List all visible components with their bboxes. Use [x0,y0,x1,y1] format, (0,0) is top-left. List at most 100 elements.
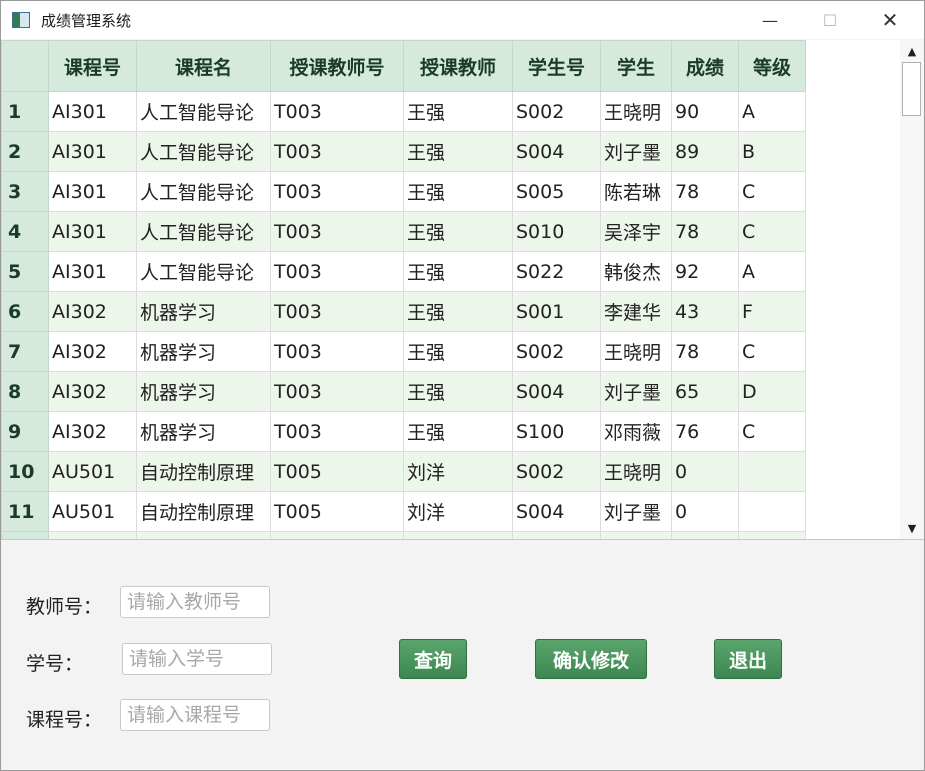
row-header[interactable]: 5 [1,251,49,292]
table-cell[interactable]: S002 [512,91,601,132]
table-cell[interactable]: 吴泽宇 [600,211,672,252]
row-header[interactable]: 6 [1,291,49,332]
table-cell[interactable]: F [738,291,806,332]
table-cell[interactable]: D [738,371,806,412]
column-header[interactable]: 课程号 [48,40,137,92]
column-header[interactable]: 学生 [600,40,672,92]
row-header-corner[interactable] [1,40,49,92]
table-cell[interactable]: T003 [270,131,404,172]
table-cell[interactable]: 人工智能导论 [136,251,271,292]
row-header[interactable]: 12 [1,531,49,539]
table-cell[interactable]: 王晓明 [600,331,672,372]
table-row[interactable]: 11 AU501 自动控制原理 T005 刘洋 S004 刘子墨 0 [1,491,806,532]
table-cell[interactable]: 王晓明 [600,91,672,132]
table-row[interactable]: 3 AI301 人工智能导论 T003 王强 S005 陈若琳 78 C [1,171,806,212]
confirm-edit-button[interactable]: 确认修改 [535,639,647,679]
table-cell[interactable]: 76 [671,411,739,452]
close-button[interactable]: ✕ [867,1,913,39]
table-cell[interactable]: S004 [512,131,601,172]
table-cell[interactable]: 78 [671,211,739,252]
query-button[interactable]: 查询 [399,639,467,679]
row-header[interactable]: 11 [1,491,49,532]
table-cell[interactable]: T003 [270,331,404,372]
table-cell[interactable]: AI301 [48,131,137,172]
table-cell[interactable]: S004 [512,371,601,412]
minimize-button[interactable]: — [747,1,793,39]
table-cell[interactable]: AU501 [48,491,137,532]
table-cell[interactable]: T003 [270,251,404,292]
table-cell[interactable] [738,491,806,532]
table-cell[interactable]: 自动控制原理 [136,491,271,532]
row-header[interactable]: 7 [1,331,49,372]
table-cell[interactable]: 自动控制原理 [136,451,271,492]
table-cell[interactable]: T003 [270,171,404,212]
table-row[interactable]: 12 [1,531,806,539]
table-row[interactable]: 7 AI302 机器学习 T003 王强 S002 王晓明 78 C [1,331,806,372]
table-cell[interactable]: C [738,411,806,452]
table-cell[interactable]: 刘子墨 [600,131,672,172]
maximize-button[interactable]: ☐ [807,1,853,39]
table-cell[interactable]: S022 [512,251,601,292]
table-cell[interactable]: 王强 [403,91,513,132]
table-cell[interactable]: T003 [270,211,404,252]
table-cell[interactable]: 王强 [403,251,513,292]
table-cell[interactable]: 78 [671,171,739,212]
table-cell[interactable]: AI302 [48,291,137,332]
table-cell[interactable] [136,531,271,539]
table-cell[interactable]: AU501 [48,451,137,492]
table-cell[interactable]: AI301 [48,251,137,292]
table-row[interactable]: 10 AU501 自动控制原理 T005 刘洋 S002 王晓明 0 [1,451,806,492]
table-cell[interactable]: S100 [512,411,601,452]
table-cell[interactable]: B [738,131,806,172]
student-id-input[interactable] [122,643,272,675]
row-header[interactable]: 2 [1,131,49,172]
table-cell[interactable]: AI302 [48,411,137,452]
table-cell[interactable]: 刘子墨 [600,491,672,532]
table-cell[interactable] [600,531,672,539]
scroll-down-icon[interactable]: ▼ [900,517,924,539]
exit-button[interactable]: 退出 [714,639,782,679]
table-cell[interactable]: C [738,171,806,212]
table-cell[interactable]: T003 [270,91,404,132]
row-header[interactable]: 3 [1,171,49,212]
table-cell[interactable]: AI302 [48,371,137,412]
table-cell[interactable] [738,451,806,492]
table-cell[interactable]: 陈若琳 [600,171,672,212]
table-cell[interactable]: AI301 [48,91,137,132]
table-cell[interactable]: 机器学习 [136,291,271,332]
table-cell[interactable]: 90 [671,91,739,132]
table-row[interactable]: 8 AI302 机器学习 T003 王强 S004 刘子墨 65 D [1,371,806,412]
table-cell[interactable]: 邓雨薇 [600,411,672,452]
table-row[interactable]: 4 AI301 人工智能导论 T003 王强 S010 吴泽宇 78 C [1,211,806,252]
table-cell[interactable]: A [738,251,806,292]
table-cell[interactable]: C [738,331,806,372]
table-cell[interactable]: 王晓明 [600,451,672,492]
table-cell[interactable] [738,531,806,539]
table-cell[interactable]: 人工智能导论 [136,131,271,172]
column-header[interactable]: 授课教师号 [270,40,404,92]
column-header[interactable]: 课程名 [136,40,271,92]
table-cell[interactable]: 92 [671,251,739,292]
table-cell[interactable] [48,531,137,539]
table-cell[interactable]: A [738,91,806,132]
table-cell[interactable]: 王强 [403,331,513,372]
column-header[interactable]: 成绩 [671,40,739,92]
table-cell[interactable]: 人工智能导论 [136,171,271,212]
table-cell[interactable]: S002 [512,331,601,372]
table-cell[interactable]: 65 [671,371,739,412]
row-header[interactable]: 1 [1,91,49,132]
table-cell[interactable]: T003 [270,371,404,412]
table-cell[interactable]: S010 [512,211,601,252]
table-cell[interactable]: 王强 [403,291,513,332]
scroll-up-icon[interactable]: ▲ [900,40,924,62]
table-cell[interactable] [671,531,739,539]
table-cell[interactable]: 43 [671,291,739,332]
column-header[interactable]: 等级 [738,40,806,92]
table-cell[interactable]: 刘子墨 [600,371,672,412]
table-cell[interactable]: 刘洋 [403,491,513,532]
table-row[interactable]: 2 AI301 人工智能导论 T003 王强 S004 刘子墨 89 B [1,131,806,172]
scroll-thumb[interactable] [902,62,921,116]
table-row[interactable]: 6 AI302 机器学习 T003 王强 S001 李建华 43 F [1,291,806,332]
table-row[interactable]: 5 AI301 人工智能导论 T003 王强 S022 韩俊杰 92 A [1,251,806,292]
table-cell[interactable]: 王强 [403,211,513,252]
